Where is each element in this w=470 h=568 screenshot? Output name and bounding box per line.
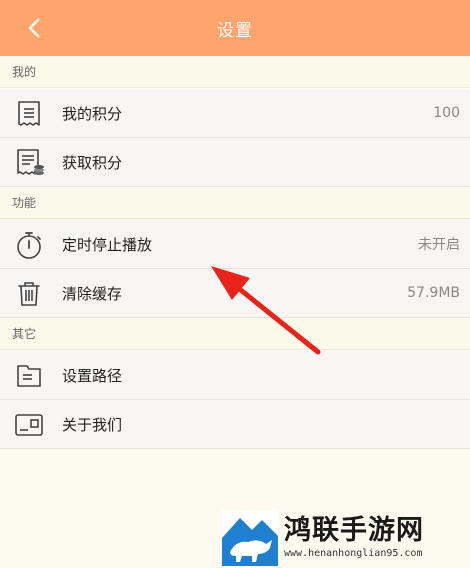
my-points-label: 我的积分 — [62, 104, 123, 123]
section-title-mine: 我的 — [0, 56, 470, 88]
page-title: 设置 — [217, 20, 253, 41]
section-title-other: 其它 — [0, 318, 470, 350]
sleep-timer-label: 定时停止播放 — [62, 235, 153, 254]
get-points-row[interactable]: 获取积分 — [0, 138, 470, 187]
cache-size-value: 57.9MB — [407, 285, 460, 301]
site-watermark: 鸿联手游网 www.henanhonglian95.com — [222, 508, 470, 568]
watermark-url: www.henanhonglian95.com — [284, 548, 423, 559]
trash-icon — [13, 278, 45, 310]
about-us-label: 关于我们 — [62, 415, 123, 434]
sleep-timer-row[interactable]: 定时停止播放 未开启 — [0, 220, 470, 269]
clear-cache-label: 清除缓存 — [62, 284, 123, 303]
section-title-function: 功能 — [0, 187, 470, 219]
timer-icon — [13, 229, 45, 261]
coupon-icon — [13, 147, 45, 179]
app-header: 设置 — [0, 0, 470, 56]
chevron-left-icon — [28, 18, 40, 38]
my-points-value: 100 — [433, 105, 460, 121]
my-points-row[interactable]: 我的积分 100 — [0, 89, 470, 138]
about-card-icon — [13, 409, 45, 441]
get-points-label: 获取积分 — [62, 153, 123, 172]
watermark-title: 鸿联手游网 — [284, 515, 424, 546]
bull-logo-icon — [222, 510, 278, 566]
set-path-label: 设置路径 — [62, 366, 123, 385]
receipt-icon — [13, 98, 45, 130]
back-button[interactable] — [16, 10, 52, 46]
clear-cache-row[interactable]: 清除缓存 57.9MB — [0, 269, 470, 318]
set-path-row[interactable]: 设置路径 — [0, 351, 470, 400]
folder-icon — [13, 360, 45, 392]
about-us-row[interactable]: 关于我们 — [0, 400, 470, 449]
sleep-timer-status: 未开启 — [418, 237, 460, 253]
